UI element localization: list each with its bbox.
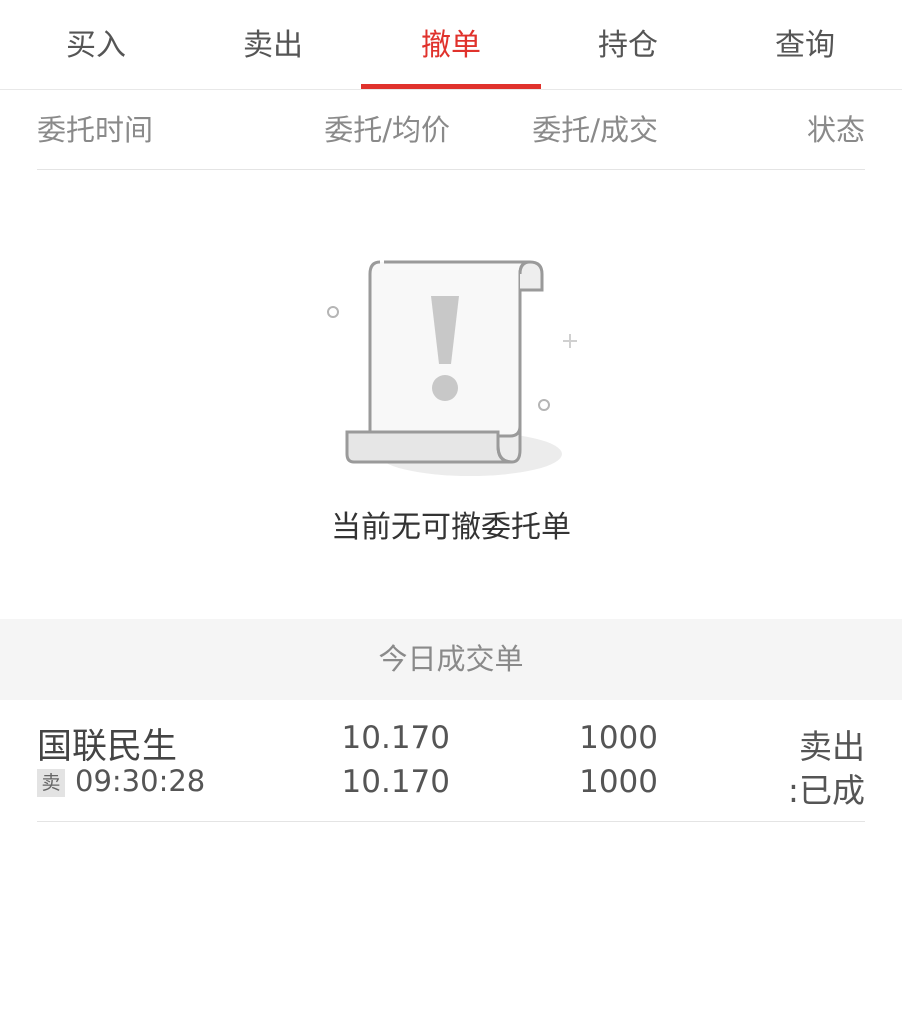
- average-price: 10.170: [341, 764, 450, 800]
- header-status: 状态: [806, 113, 865, 147]
- order-price: 10.170: [341, 720, 450, 756]
- stock-name: 国联民生: [37, 727, 178, 767]
- column-headers: 委托时间 委托/均价 委托/成交 状态: [37, 90, 865, 170]
- trade-status: :已成: [787, 771, 865, 810]
- section-header-today-trades: 今日成交单: [0, 619, 902, 700]
- tab-sell[interactable]: 卖出: [183, 0, 363, 90]
- tab-query[interactable]: 查询: [715, 0, 895, 90]
- header-order-time: 委托时间: [37, 113, 154, 147]
- trade-row[interactable]: 国联民生 卖 09:30:28 10.170 10.170 1000 1000 …: [37, 700, 865, 822]
- filled-quantity: 1000: [579, 764, 658, 800]
- active-tab-indicator: [361, 84, 541, 89]
- sell-badge: 卖: [37, 769, 65, 797]
- header-order-filled: 委托/成交: [532, 113, 658, 147]
- document-warning-icon: [327, 260, 577, 476]
- order-quantity: 1000: [579, 720, 658, 756]
- header-order-avg-price: 委托/均价: [324, 113, 450, 147]
- empty-state: 当前无可撤委托单: [0, 230, 902, 560]
- empty-state-message: 当前无可撤委托单: [331, 510, 571, 545]
- tab-buy[interactable]: 买入: [6, 0, 186, 90]
- tab-cancel-order[interactable]: 撤单: [361, 0, 541, 90]
- trade-tab-bar: 买入 卖出 撤单 持仓 查询: [0, 0, 902, 90]
- tab-positions[interactable]: 持仓: [538, 0, 718, 90]
- trade-time: 09:30:28: [75, 764, 206, 798]
- trade-side: 卖出: [799, 727, 865, 766]
